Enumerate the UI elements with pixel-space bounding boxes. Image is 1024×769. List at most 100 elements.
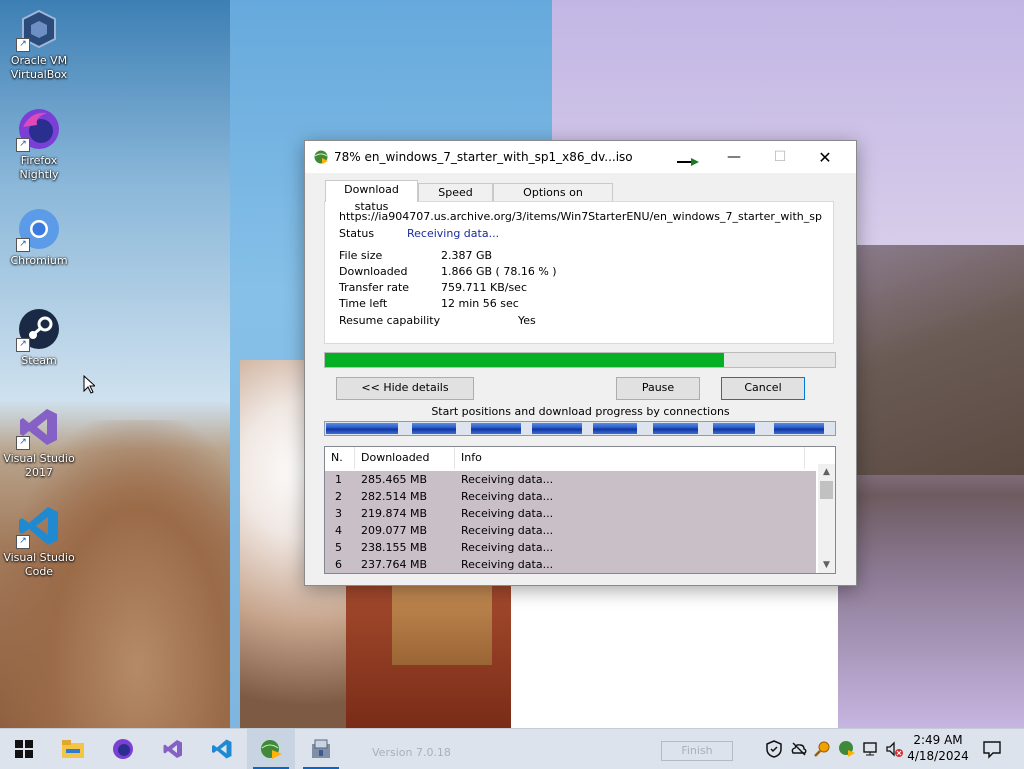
close-button[interactable]: ✕ [802, 141, 848, 173]
shortcut-arrow-icon: ↗ [16, 338, 30, 352]
connection-segment [713, 423, 755, 434]
volume-muted-icon[interactable] [885, 740, 903, 758]
row-info: Receiving data... [461, 541, 554, 554]
row-downloaded: 285.465 MB [361, 473, 428, 486]
row-number: 1 [335, 473, 342, 486]
tab-options-on-completion[interactable]: Options on completion [493, 183, 613, 216]
taskbar-clock[interactable]: 2:49 AM 4/18/2024 [903, 732, 973, 764]
desktop-icon-vscode[interactable]: ↗ Visual Studio Code [0, 503, 78, 579]
minimize-button[interactable]: — [711, 141, 757, 173]
taskbar-vscode[interactable] [198, 729, 246, 769]
desktop-icon-firefox-nightly[interactable]: ↗ Firefox Nightly [0, 106, 78, 182]
file-size-value: 2.387 GB [441, 249, 493, 262]
scroll-up-icon[interactable]: ▲ [818, 464, 835, 480]
cancel-button[interactable]: Cancel [721, 377, 805, 400]
taskbar-installer[interactable] [297, 729, 345, 769]
chromium-icon: ↗ [16, 206, 62, 252]
visual-studio-icon [163, 740, 182, 758]
desktop-icon-label: Oracle VM VirtualBox [10, 54, 68, 81]
row-downloaded: 209.077 MB [361, 524, 428, 537]
clock-date: 4/18/2024 [907, 749, 969, 763]
desktop-icon-label: Visual Studio Code [3, 551, 75, 578]
column-header-info[interactable]: Info [455, 447, 805, 469]
firefox-icon [113, 739, 133, 759]
hide-details-button[interactable]: << Hide details [336, 377, 474, 400]
row-number: 3 [335, 507, 342, 520]
pause-button[interactable]: Pause [616, 377, 700, 400]
taskbar-file-explorer[interactable] [49, 729, 97, 769]
connection-segment [653, 423, 698, 434]
row-info: Receiving data... [461, 524, 554, 537]
row-downloaded: 219.874 MB [361, 507, 428, 520]
scrollbar-thumb[interactable] [820, 481, 833, 499]
background-installer-panel [511, 585, 838, 728]
resume-capability-label: Resume capability [339, 314, 441, 327]
package-box-image [392, 585, 492, 665]
search-magnifier-icon[interactable] [814, 740, 832, 758]
table-scrollbar[interactable]: ▲ ▼ [818, 464, 835, 573]
window-title: 78% en_windows_7_starter_with_sp1_x86_dv… [334, 150, 633, 164]
connections-table: N. Downloaded Info 1 285.465 MB Receivin… [324, 446, 836, 574]
scroll-down-icon[interactable]: ▼ [818, 557, 835, 573]
row-number: 5 [335, 541, 342, 554]
table-row[interactable]: 2 282.514 MB Receiving data... [325, 488, 816, 505]
download-progress-window: 78% en_windows_7_starter_with_sp1_x86_dv… [304, 140, 857, 586]
file-explorer-icon [62, 740, 84, 758]
taskbar-firefox[interactable] [99, 729, 147, 769]
downloaded-value: 1.866 GB ( 78.16 % ) [441, 265, 557, 278]
window-titlebar[interactable]: 78% en_windows_7_starter_with_sp1_x86_dv… [305, 141, 856, 173]
row-number: 6 [335, 558, 342, 571]
row-info: Receiving data... [461, 507, 554, 520]
table-row[interactable]: 4 209.077 MB Receiving data... [325, 522, 816, 539]
desktop-icon-label: Chromium [10, 254, 68, 267]
connections-progress-bar [324, 421, 836, 436]
transfer-rate-value: 759.711 KB/sec [441, 281, 527, 294]
connection-segment [532, 423, 582, 434]
onedrive-offline-icon[interactable] [790, 740, 808, 758]
table-row[interactable]: 5 238.155 MB Receiving data... [325, 539, 816, 556]
row-info: Receiving data... [461, 473, 554, 486]
maximize-button[interactable]: ☐ [757, 141, 803, 173]
network-icon[interactable] [862, 740, 880, 758]
connection-segment [593, 423, 637, 434]
background-finish-button: Finish [661, 741, 733, 761]
table-row[interactable]: 1 285.465 MB Receiving data... [325, 471, 816, 488]
row-number: 4 [335, 524, 342, 537]
installer-icon [312, 739, 330, 758]
download-progress-fill [325, 353, 724, 367]
desktop-icon-label: Steam [21, 354, 57, 367]
wallpaper-mountain [835, 245, 1024, 475]
desktop-icon-visual-studio-2017[interactable]: ↗ Visual Studio 2017 [0, 404, 78, 480]
row-downloaded: 282.514 MB [361, 490, 428, 503]
tab-download-status[interactable]: Download status [325, 180, 418, 213]
desktop-icon-virtualbox[interactable]: ↗ Oracle VM VirtualBox [0, 6, 78, 82]
taskbar-internet-download-manager[interactable] [247, 729, 295, 769]
idm-tray-icon[interactable] [838, 740, 856, 758]
shortcut-arrow-icon: ↗ [16, 238, 30, 252]
connection-segment [774, 423, 824, 434]
download-url: https://ia904707.us.archive.org/3/items/… [339, 210, 823, 223]
row-info: Receiving data... [461, 490, 554, 503]
column-header-downloaded[interactable]: Downloaded [355, 447, 455, 469]
column-header-number[interactable]: N. [325, 447, 355, 469]
start-button[interactable] [0, 729, 48, 769]
security-shield-icon[interactable] [765, 740, 783, 758]
shortcut-arrow-icon: ↗ [16, 38, 30, 52]
download-status-panel: https://ia904707.us.archive.org/3/items/… [324, 201, 834, 344]
desktop-icon-steam[interactable]: ↗ Steam [0, 306, 78, 368]
desktop-icon-label: Firefox Nightly [19, 154, 59, 181]
taskbar: Version 7.0.18 Finish 2:49 AM 4/18/2024 [0, 728, 1024, 769]
tab-speed-limiter[interactable]: Speed Limiter [418, 183, 493, 216]
vscode-icon [212, 739, 232, 759]
taskbar-visual-studio[interactable] [149, 729, 197, 769]
connection-segment [412, 423, 456, 434]
notification-icon[interactable] [982, 739, 1002, 759]
table-row[interactable]: 6 237.764 MB Receiving data... [325, 556, 816, 573]
mouse-cursor-icon [83, 375, 95, 394]
connection-segment [471, 423, 521, 434]
steam-icon: ↗ [16, 306, 62, 352]
idm-globe-icon [314, 150, 328, 164]
desktop-icon-chromium[interactable]: ↗ Chromium [0, 206, 78, 268]
table-row[interactable]: 3 219.874 MB Receiving data... [325, 505, 816, 522]
file-size-label: File size [339, 249, 383, 262]
